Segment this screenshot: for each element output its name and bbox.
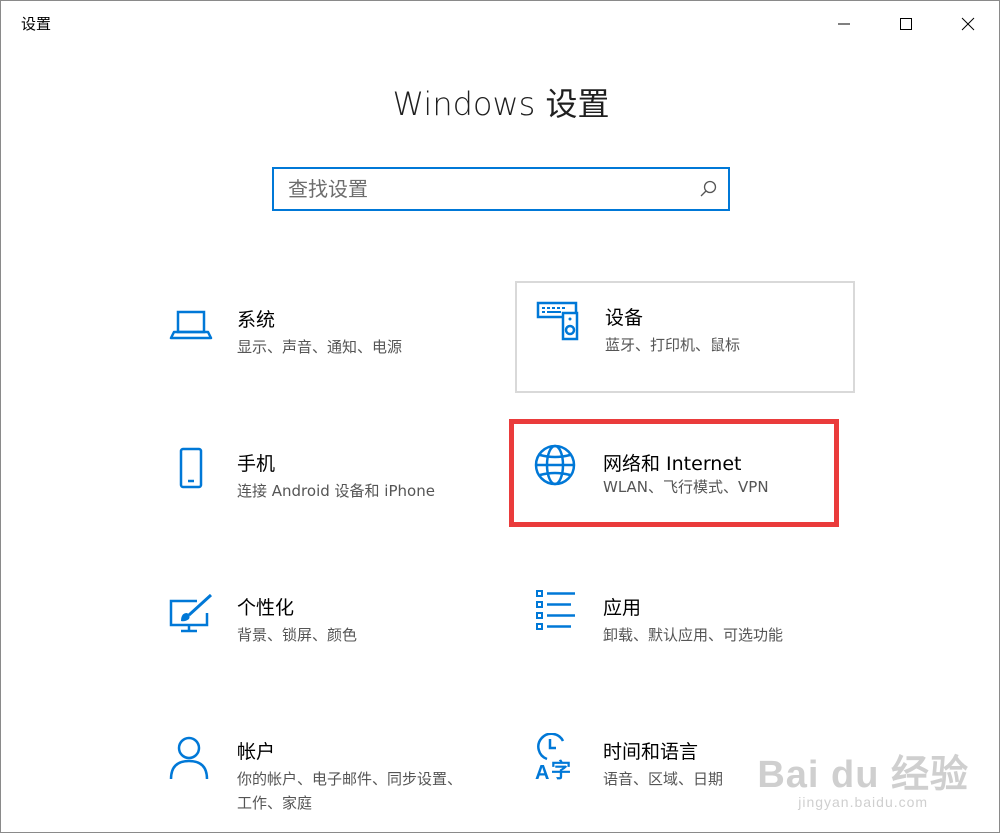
laptop-icon (167, 303, 215, 351)
paint-monitor-icon (167, 591, 215, 639)
tile-network[interactable]: 网络和 Internet WLAN、飞行模式、VPN (515, 427, 855, 539)
search-box[interactable] (272, 167, 730, 211)
person-icon (167, 735, 215, 783)
tile-accounts[interactable]: 帐户 你的帐户、电子邮件、同步设置、工作、家庭 (157, 715, 497, 827)
tile-title: 应用 (603, 597, 642, 619)
maximize-icon (900, 18, 912, 30)
globe-icon (533, 443, 581, 491)
close-button[interactable] (937, 1, 999, 47)
clock-language-icon: A 字 (533, 733, 581, 781)
maximize-button[interactable] (875, 1, 937, 47)
tile-title: 个性化 (237, 597, 295, 619)
tile-apps[interactable]: 应用 卸载、默认应用、可选功能 (515, 571, 855, 683)
tile-personalization[interactable]: 个性化 背景、锁屏、颜色 (157, 571, 497, 683)
tile-phone[interactable]: 手机 连接 Android 设备和 iPhone (157, 427, 497, 539)
app-list-icon (533, 589, 581, 637)
close-icon (961, 17, 975, 31)
title-bar: 设置 (1, 1, 999, 47)
tile-desc: 语音、区域、日期 (603, 770, 724, 788)
tile-system[interactable]: 系统 显示、声音、通知、电源 (157, 283, 497, 395)
svg-text:A: A (535, 762, 549, 781)
tile-desc: WLAN、飞行模式、VPN (603, 478, 769, 496)
tile-devices[interactable]: 设备 蓝牙、打印机、鼠标 (515, 281, 855, 393)
tile-title: 手机 (237, 453, 276, 475)
svg-text:字: 字 (551, 758, 571, 781)
tile-desc: 蓝牙、打印机、鼠标 (605, 336, 741, 354)
tile-desc: 卸载、默认应用、可选功能 (603, 626, 784, 644)
window-title: 设置 (21, 15, 52, 33)
tile-title: 时间和语言 (603, 741, 699, 763)
tile-time-language[interactable]: A 字 时间和语言 语音、区域、日期 (515, 715, 855, 827)
page-title: Windows 设置 (392, 85, 610, 123)
search-input[interactable] (274, 169, 688, 209)
tile-desc: 显示、声音、通知、电源 (237, 338, 403, 356)
tile-title: 设备 (605, 307, 644, 329)
tile-desc: 连接 Android 设备和 iPhone (237, 482, 435, 500)
minimize-icon (838, 23, 850, 25)
phone-icon (167, 447, 215, 495)
settings-window: 设置 Windows 设置 查找设置 系统 显示、声音、通知、电源 设备 蓝牙、… (0, 0, 1000, 833)
search-icon[interactable] (698, 179, 718, 199)
tile-title: 帐户 (237, 741, 276, 763)
tile-desc: 背景、锁屏、颜色 (237, 626, 358, 644)
minimize-button[interactable] (813, 1, 875, 47)
keyboard-speaker-icon (535, 297, 583, 345)
tile-title: 系统 (237, 309, 276, 331)
tile-desc: 你的帐户、电子邮件、同步设置、工作、家庭 (237, 770, 463, 812)
tile-title: 网络和 Internet (603, 453, 742, 475)
